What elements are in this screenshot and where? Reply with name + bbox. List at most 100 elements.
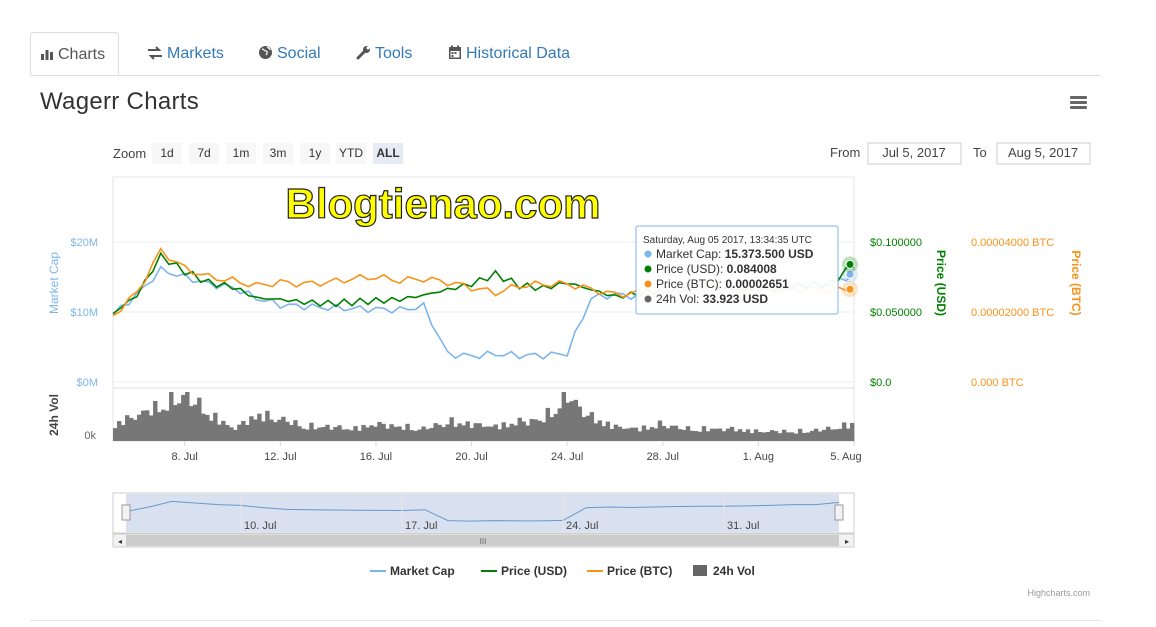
volume-bar bbox=[261, 421, 266, 441]
volume-bar bbox=[429, 428, 434, 441]
volume-bar bbox=[753, 429, 759, 441]
tooltip-bullet bbox=[644, 280, 652, 288]
legend: Market Cap Price (USD) Price (BTC) 24h Vol bbox=[370, 564, 755, 578]
volume-bar bbox=[613, 424, 619, 441]
volume-bar bbox=[433, 423, 438, 441]
volume-bar bbox=[529, 418, 534, 441]
volume-bar bbox=[365, 427, 370, 441]
volume-bar bbox=[217, 424, 222, 441]
volume-series bbox=[113, 392, 855, 441]
volume-bar bbox=[189, 406, 194, 441]
x-tick-label: 24. Jul bbox=[551, 451, 583, 463]
volume-bar bbox=[785, 432, 791, 441]
x-tick-label: 5. Aug bbox=[830, 451, 861, 463]
volume-bar bbox=[241, 420, 246, 441]
volume-bar bbox=[625, 428, 631, 441]
volume-bar bbox=[205, 414, 210, 441]
volume-bar bbox=[537, 420, 542, 441]
volume-bar bbox=[289, 425, 294, 441]
y-axis-title-price-btc: Price (BTC) bbox=[1069, 250, 1083, 315]
hover-marker bbox=[845, 284, 855, 294]
zoom-button-ytd[interactable]: YTD bbox=[339, 146, 363, 160]
volume-bar bbox=[233, 429, 238, 441]
footer-divider bbox=[30, 620, 1101, 621]
credit-link[interactable]: Highcharts.com bbox=[1027, 588, 1090, 598]
volume-bar bbox=[277, 419, 282, 441]
volume-bar bbox=[581, 417, 587, 441]
volume-bar bbox=[253, 419, 258, 441]
navigator-handle-left[interactable] bbox=[121, 504, 131, 521]
volume-bar bbox=[321, 427, 326, 441]
volume-bar bbox=[121, 425, 126, 441]
volume-bar bbox=[681, 429, 687, 441]
legend-item[interactable]: 24h Vol bbox=[713, 564, 755, 578]
volume-bar bbox=[693, 431, 699, 441]
scroll-right-arrow-icon[interactable]: ▸ bbox=[845, 537, 849, 546]
volume-bar bbox=[157, 412, 162, 441]
volume-bar bbox=[837, 428, 843, 441]
volume-bar bbox=[417, 429, 422, 441]
volume-bar bbox=[577, 406, 583, 441]
volume-bar bbox=[545, 407, 550, 441]
zoom-button-1y[interactable]: 1y bbox=[309, 146, 322, 160]
volume-bar bbox=[637, 431, 643, 441]
volume-bar bbox=[729, 426, 735, 441]
from-label: From bbox=[830, 145, 860, 160]
to-date-value: Aug 5, 2017 bbox=[1008, 145, 1078, 160]
volume-bar bbox=[337, 425, 342, 441]
volume-bar bbox=[377, 422, 382, 441]
volume-bar bbox=[697, 431, 703, 441]
volume-bar bbox=[585, 415, 591, 441]
volume-bar bbox=[437, 424, 442, 441]
navigator-tick-label: 17. Jul bbox=[405, 520, 437, 532]
chart: Zoom 1d 7d 1m 3m 1y YTD ALL From Jul 5, 2017 T… bbox=[47, 142, 1091, 598]
volume-bar bbox=[841, 422, 847, 441]
navigator[interactable]: 10. Jul 17. Jul 24. Jul 31. Jul ◂ ▸ III bbox=[112, 492, 855, 548]
legend-symbol[interactable] bbox=[693, 565, 707, 576]
volume-bar bbox=[265, 410, 270, 441]
volume-bar bbox=[821, 429, 827, 441]
tooltip-bullet bbox=[644, 250, 652, 258]
y-tick-price-btc-mid: 0.00002000 BTC bbox=[971, 307, 1054, 319]
volume-bar bbox=[541, 422, 546, 441]
volume-bar bbox=[457, 423, 462, 441]
volume-bar bbox=[713, 428, 719, 441]
navigator-handle-right[interactable] bbox=[834, 504, 844, 521]
volume-bar bbox=[769, 430, 775, 441]
scroll-left-arrow-icon[interactable]: ◂ bbox=[118, 537, 122, 546]
volume-bar bbox=[513, 425, 518, 441]
volume-bar bbox=[593, 423, 599, 441]
volume-bar bbox=[413, 430, 418, 441]
volume-bar bbox=[813, 428, 819, 441]
volume-bar bbox=[745, 429, 751, 441]
legend-item[interactable]: Market Cap bbox=[390, 564, 455, 578]
x-tick-label: 20. Jul bbox=[455, 451, 487, 463]
legend-item[interactable]: Price (BTC) bbox=[607, 564, 672, 578]
volume-bar bbox=[553, 413, 558, 441]
volume-bar bbox=[161, 409, 166, 441]
to-label: To bbox=[973, 145, 987, 160]
zoom-button-7d[interactable]: 7d bbox=[197, 146, 210, 160]
volume-bar bbox=[721, 431, 727, 441]
volume-bar bbox=[809, 430, 815, 441]
volume-bar bbox=[305, 429, 310, 441]
zoom-button-1d[interactable]: 1d bbox=[160, 146, 173, 160]
volume-bar bbox=[409, 430, 414, 441]
zoom-button-1m[interactable]: 1m bbox=[233, 146, 250, 160]
legend-item[interactable]: Price (USD) bbox=[501, 564, 567, 578]
zoom-button-all[interactable]: ALL bbox=[376, 146, 399, 160]
y-tick-volume-0k: 0k bbox=[84, 430, 96, 442]
volume-bar bbox=[465, 421, 470, 441]
volume-bar bbox=[449, 417, 454, 441]
x-tick-label: 1. Aug bbox=[743, 451, 774, 463]
volume-bar bbox=[601, 426, 607, 441]
volume-bar bbox=[717, 428, 723, 441]
volume-bar bbox=[245, 424, 250, 441]
scroll-grip-icon[interactable]: III bbox=[480, 537, 487, 546]
volume-bar bbox=[701, 426, 707, 441]
x-tick-label: 28. Jul bbox=[647, 451, 679, 463]
y-axis-title-market-cap: Market Cap bbox=[47, 252, 61, 314]
volume-bar bbox=[369, 425, 374, 441]
zoom-button-3m[interactable]: 3m bbox=[270, 146, 287, 160]
y-tick-price-usd-mid: $0.050000 bbox=[870, 307, 922, 319]
